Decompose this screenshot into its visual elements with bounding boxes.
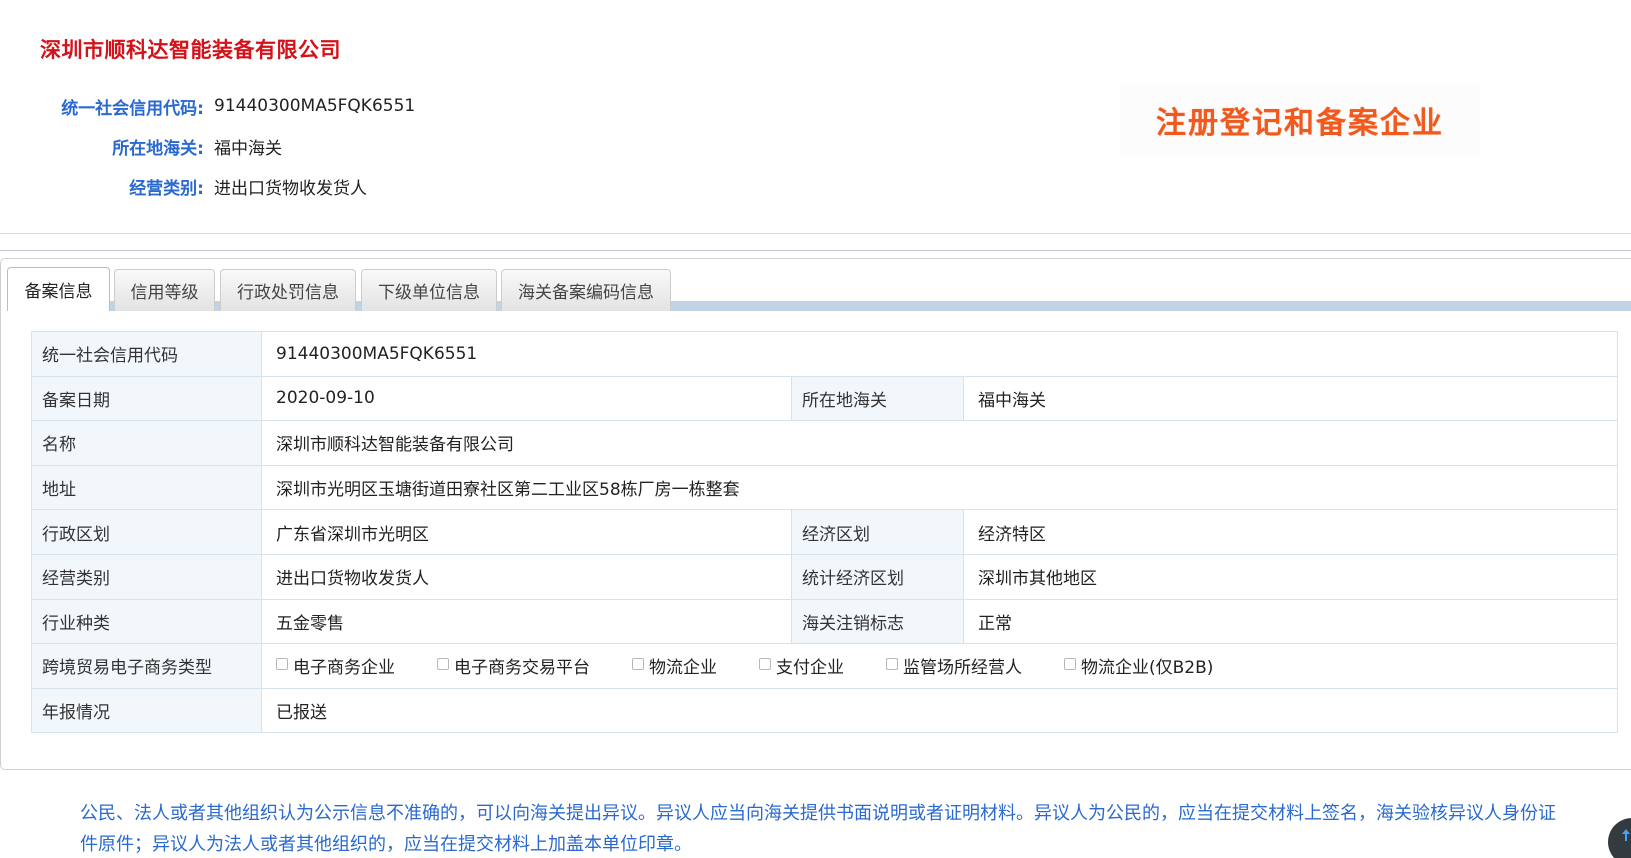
tab-customs-code-info[interactable]: 海关备案编码信息	[501, 269, 671, 311]
customs-value: 福中海关	[963, 375, 1618, 422]
header-customs-value: 福中海关	[214, 138, 282, 159]
tab-subsidiary-info[interactable]: 下级单位信息	[361, 269, 497, 311]
tab-credit-rating[interactable]: 信用等级	[114, 269, 215, 311]
table-row: 统一社会信用代码 91440300MA5FQK6551	[31, 331, 1618, 377]
company-title: 深圳市顺科达智能装备有限公司	[40, 38, 341, 62]
annual-report-label: 年报情况	[31, 687, 262, 734]
tab-penalty-info[interactable]: 行政处罚信息	[220, 269, 356, 311]
header-customs-row: 所在地海关: 福中海关	[28, 126, 415, 166]
header-credit-code-value: 91440300MA5FQK6551	[214, 96, 416, 116]
checkbox-supervision-operator[interactable]: 监管场所经营人	[886, 653, 1022, 678]
cancel-flag-value: 正常	[963, 598, 1618, 645]
checkbox-label: 监管场所经营人	[903, 658, 1022, 679]
checkbox-ecommerce-enterprise[interactable]: 电子商务企业	[276, 653, 395, 678]
annual-report-value: 已报送	[261, 687, 1618, 734]
biz-type-value: 进出口货物收发货人	[261, 553, 792, 600]
tab-filing-info[interactable]: 备案信息	[7, 267, 110, 311]
checkbox[interactable]	[759, 657, 771, 670]
checkbox-ecommerce-platform[interactable]: 电子商务交易平台	[437, 653, 590, 678]
header-credit-code-label: 统一社会信用代码:	[61, 98, 204, 119]
table-row: 地址 深圳市光明区玉塘街道田寮社区第二工业区58栋厂房一栋整套	[31, 464, 1618, 511]
checkbox-label: 物流企业	[649, 658, 717, 679]
ecommerce-type-label: 跨境贸易电子商务类型	[31, 643, 262, 689]
biz-type-label: 经营类别	[31, 553, 262, 600]
name-label: 名称	[31, 420, 262, 466]
record-date-value: 2020-09-10	[261, 375, 792, 422]
checkbox[interactable]	[886, 657, 898, 670]
table-row: 经营类别 进出口货物收发货人 统计经济区划 深圳市其他地区	[31, 553, 1618, 600]
checkbox-label: 物流企业(仅B2B)	[1081, 658, 1214, 679]
credit-code-value: 91440300MA5FQK6551	[261, 331, 1618, 377]
table-row: 行政区划 广东省深圳市光明区 经济区划 经济特区	[31, 509, 1618, 555]
stat-region-value: 深圳市其他地区	[963, 553, 1618, 600]
header-biz-type-label: 经营类别:	[129, 178, 204, 199]
scroll-to-top-button[interactable]	[1608, 818, 1631, 858]
ecommerce-type-options: 电子商务企业 电子商务交易平台 物流企业 支付企业 监管场所经营人 物流企业(仅…	[261, 643, 1618, 689]
table-row: 跨境贸易电子商务类型 电子商务企业 电子商务交易平台 物流企业 支付企业 监管场…	[31, 643, 1618, 689]
checkbox-label: 支付企业	[776, 658, 844, 679]
admin-region-value: 广东省深圳市光明区	[261, 509, 792, 555]
customs-label: 所在地海关	[791, 375, 964, 422]
ecommerce-checkbox-group: 电子商务企业 电子商务交易平台 物流企业 支付企业 监管场所经营人 物流企业(仅…	[276, 653, 1607, 678]
checkbox-label: 电子商务交易平台	[454, 658, 590, 679]
stat-region-label: 统计经济区划	[791, 553, 964, 600]
table-row: 名称 深圳市顺科达智能装备有限公司	[31, 420, 1618, 466]
divider	[0, 233, 1631, 234]
objection-notice: 公民、法人或者其他组织认为公示信息不准确的，可以向海关提出异议。异议人应当向海关…	[80, 803, 1556, 855]
address-label: 地址	[31, 464, 262, 511]
divider	[0, 250, 1631, 251]
registration-badge: 注册登记和备案企业	[1120, 84, 1480, 156]
checkbox[interactable]	[437, 657, 449, 670]
cancel-flag-label: 海关注销标志	[791, 598, 964, 645]
filing-info-table: 统一社会信用代码 91440300MA5FQK6551 备案日期 2020-09…	[31, 331, 1618, 734]
header-biz-type-row: 经营类别: 进出口货物收发货人	[28, 166, 415, 206]
record-date-label: 备案日期	[31, 375, 262, 422]
table-row: 行业种类 五金零售 海关注销标志 正常	[31, 598, 1618, 645]
checkbox-logistics-enterprise[interactable]: 物流企业	[632, 653, 717, 678]
header-biz-type-value: 进出口货物收发货人	[214, 178, 367, 199]
tab-bar: 备案信息 信用等级 行政处罚信息 下级单位信息 海关备案编码信息	[7, 267, 1631, 311]
header-customs-label: 所在地海关:	[112, 138, 204, 159]
registration-badge-text: 注册登记和备案企业	[1156, 106, 1444, 141]
arrow-up-icon	[1622, 829, 1630, 841]
table-row: 年报情况 已报送	[31, 687, 1618, 734]
checkbox[interactable]	[1064, 657, 1076, 670]
header-info: 统一社会信用代码: 91440300MA5FQK6551 所在地海关: 福中海关…	[28, 86, 415, 206]
checkbox-label: 电子商务企业	[293, 658, 395, 679]
table-row: 备案日期 2020-09-10 所在地海关 福中海关	[31, 375, 1618, 422]
industry-value: 五金零售	[261, 598, 792, 645]
credit-code-label: 统一社会信用代码	[31, 331, 262, 377]
admin-region-label: 行政区划	[31, 509, 262, 555]
industry-label: 行业种类	[31, 598, 262, 645]
econ-region-label: 经济区划	[791, 509, 964, 555]
checkbox-payment-enterprise[interactable]: 支付企业	[759, 653, 844, 678]
checkbox-logistics-b2b[interactable]: 物流企业(仅B2B)	[1064, 653, 1213, 678]
header-credit-code-row: 统一社会信用代码: 91440300MA5FQK6551	[28, 86, 415, 126]
econ-region-value: 经济特区	[963, 509, 1618, 555]
checkbox[interactable]	[276, 657, 288, 670]
name-value: 深圳市顺科达智能装备有限公司	[261, 420, 1618, 466]
checkbox[interactable]	[632, 657, 644, 670]
detail-panel: 备案信息 信用等级 行政处罚信息 下级单位信息 海关备案编码信息 统一社会信用代…	[0, 258, 1631, 770]
address-value: 深圳市光明区玉塘街道田寮社区第二工业区58栋厂房一栋整套	[261, 464, 1618, 511]
